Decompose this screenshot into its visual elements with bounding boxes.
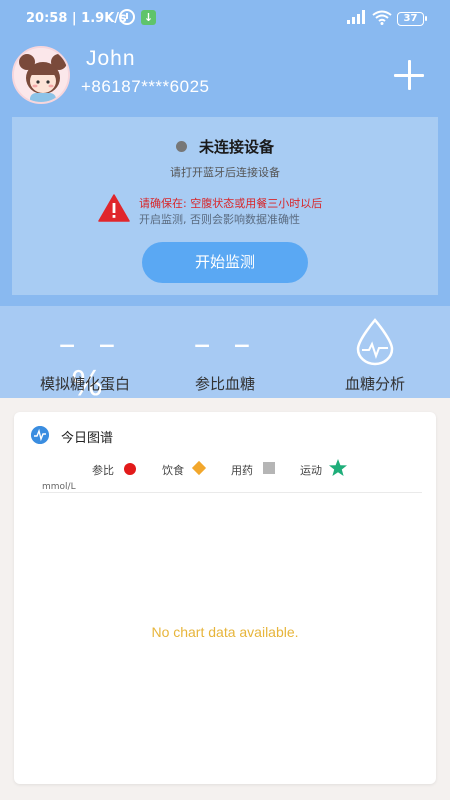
legend-medication-label: 用药 [231,464,253,477]
start-monitor-button[interactable]: 开始监测 [142,242,308,283]
empty-chart-message: No chart data available. [151,624,299,640]
download-icon: ↓ [141,10,156,25]
warning-line-2: 开启监测, 否则会影响数据准确性 [139,213,300,226]
reference-glucose-label: 参比血糖 [194,375,255,393]
warning-icon [98,194,130,222]
glucose-analysis-label[interactable]: 血糖分析 [330,373,420,394]
device-status-text: 未连接设备 [198,138,274,156]
pulse-chart-icon [31,426,49,444]
alarm-icon [119,9,135,25]
blood-drop-icon[interactable] [355,318,395,366]
avatar[interactable] [12,46,70,104]
phone-number: +86187****6025 [81,77,210,96]
username: John [86,47,136,70]
legend-exercise-label: 运动 [300,464,322,477]
device-status: 未连接设备 [0,136,450,157]
status-dot-icon [175,141,187,152]
status-bar: 20:58 | 1.9K/s ↓ 37 [0,0,450,38]
battery-icon: 37 [397,12,427,26]
chart-axis-line [40,492,422,493]
legend-reference-label: 参比 [92,464,114,477]
exercise-star-icon [329,459,347,476]
glycated-protein-label: 模拟糖化蛋白 [39,375,130,393]
add-button[interactable] [392,58,426,92]
legend-diet-label: 饮食 [162,464,184,477]
device-hint: 请打开蓝牙后连接设备 [170,166,280,179]
chart-unit: mmol/L [42,482,76,492]
reference-marker-icon [124,463,136,475]
wifi-icon [372,10,392,25]
reference-glucose-value: – – [193,324,257,364]
warning-line-1: 请确保在: 空腹状态或用餐三小时以后 [139,197,323,210]
chart-card [14,412,436,784]
chart-title: 今日图谱 [61,431,114,446]
signal-icon [347,10,365,24]
status-time: 20:58 | 1.9K/s [26,11,127,26]
medication-marker-icon [263,462,275,474]
